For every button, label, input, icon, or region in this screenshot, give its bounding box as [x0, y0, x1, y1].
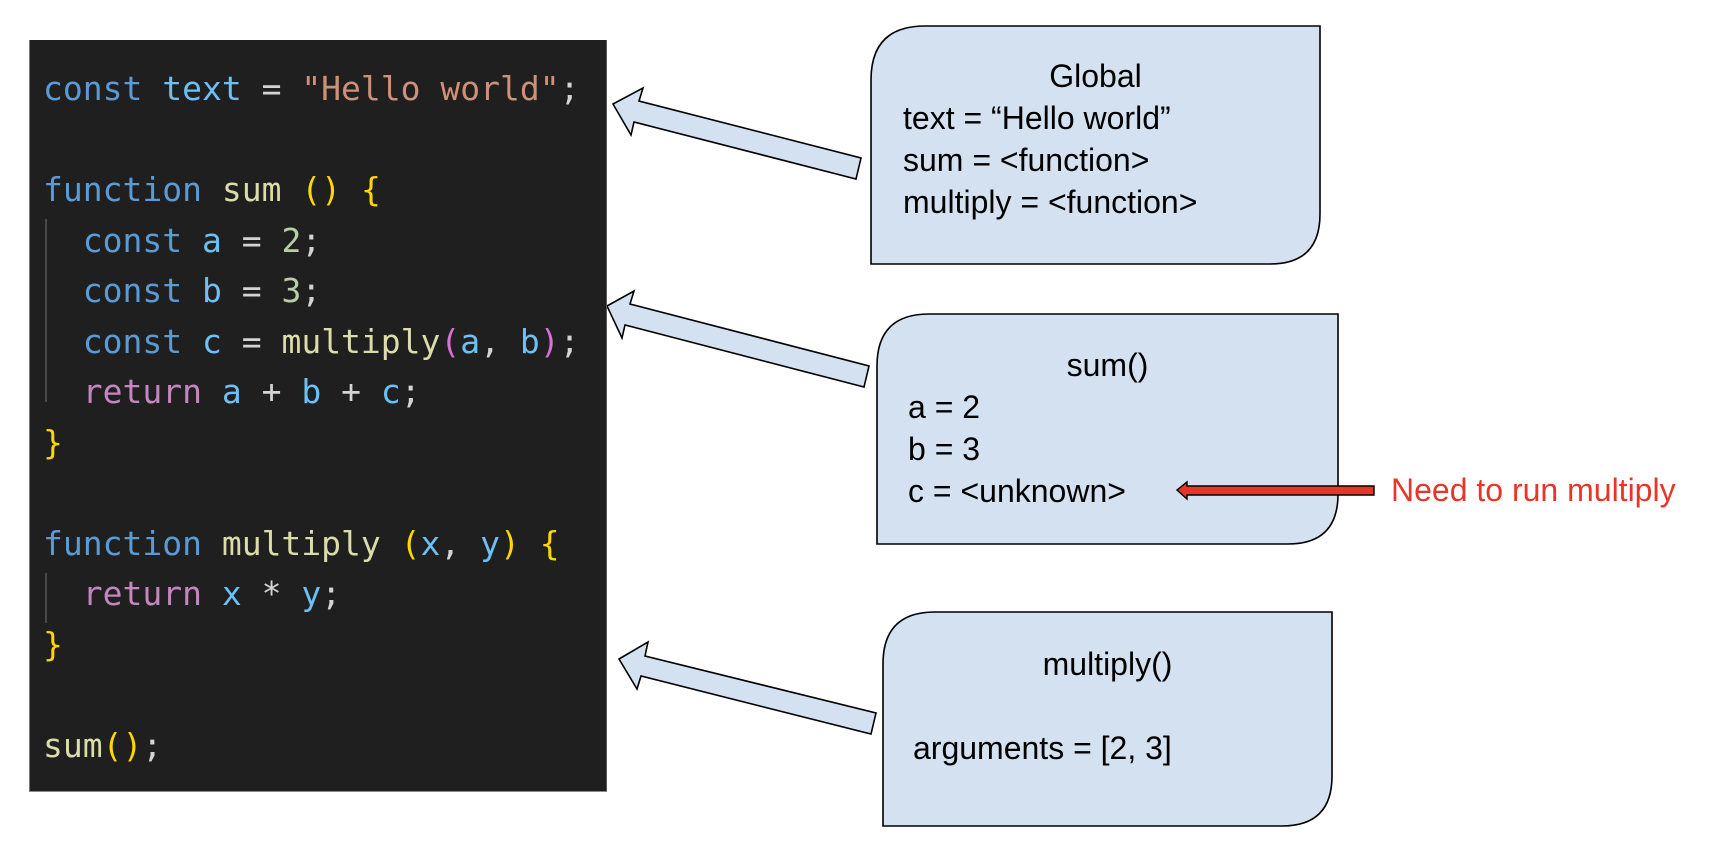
code-token: function	[43, 523, 202, 563]
code-token: ;	[559, 69, 580, 108]
code-token: )	[539, 321, 560, 361]
code-line: const a = 2;	[43, 216, 321, 266]
code-token: return	[82, 574, 202, 613]
global-frame-title: Global	[1049, 58, 1142, 94]
code-token: return	[82, 372, 202, 411]
multiply-frame-title: multiply()	[1042, 646, 1173, 682]
code-token: a	[460, 321, 481, 361]
code-token: b	[519, 321, 540, 361]
sum-frame-var: c = <unknown>	[908, 473, 1126, 509]
code-token: }	[43, 422, 63, 462]
code-token: ;	[400, 372, 421, 411]
code-token: y	[480, 523, 501, 563]
code-token: const	[43, 69, 143, 108]
code-token: )	[500, 523, 520, 563]
code-token: =	[241, 69, 302, 108]
code-token: const	[82, 321, 183, 361]
code-token: =	[221, 271, 282, 310]
code-token: text	[162, 69, 242, 108]
code-token: ;	[559, 321, 580, 361]
code-token: ()	[102, 725, 143, 765]
code-editor-panel: const text = "Hello world"; function sum …	[29, 40, 607, 792]
code-line: }	[43, 418, 63, 468]
code-token: ()	[301, 170, 342, 209]
code-token: ,	[480, 321, 520, 361]
code-token: b	[201, 271, 222, 310]
global-frame-var: multiply = <function>	[903, 184, 1198, 220]
code-token: sum	[43, 725, 103, 765]
code-line: const c = multiply(a, b);	[43, 317, 580, 367]
code-token: c	[201, 321, 222, 361]
code-token: sum	[221, 170, 282, 209]
code-token: a	[221, 372, 242, 411]
global-frame-var: sum = <function>	[903, 142, 1150, 178]
code-token: =	[221, 321, 282, 361]
code-token: (	[440, 321, 461, 361]
code-token: ;	[142, 725, 163, 765]
global-frame-var: text = “Hello world”	[903, 100, 1171, 136]
code-token: c	[380, 372, 401, 411]
annotation-note: Need to run multiply	[1391, 472, 1676, 508]
code-token: =	[221, 220, 282, 260]
code-token: "Hello world"	[301, 69, 560, 108]
code-token: +	[321, 372, 381, 411]
multiply-frame-var: arguments = [2, 3]	[913, 730, 1172, 766]
code-token: multiply	[281, 321, 441, 361]
code-token: x	[420, 523, 441, 563]
code-token: ;	[301, 220, 322, 260]
code-line: const text = "Hello world";	[43, 64, 579, 114]
code-token: 3	[281, 271, 302, 310]
code-token: {	[360, 170, 381, 209]
multiply-scope-arrow-icon	[617, 640, 877, 735]
code-line: return x * y;	[43, 569, 341, 619]
code-token: ;	[301, 271, 322, 310]
code-token: y	[301, 574, 322, 613]
code-line: }	[43, 620, 63, 670]
code-line: function multiply (x, y) {	[43, 519, 560, 569]
code-line: return a + b + c;	[43, 367, 421, 417]
sum-frame-title: sum()	[1066, 347, 1149, 383]
sum-frame-var: a = 2	[908, 389, 981, 425]
code-line: const b = 3;	[43, 266, 321, 316]
global-scope-arrow-icon	[611, 86, 862, 180]
code-line: sum();	[43, 721, 162, 771]
code-token: ;	[321, 574, 342, 613]
code-token: 2	[281, 220, 302, 260]
code-token: a	[201, 220, 222, 260]
code-token: x	[221, 574, 242, 613]
code-token: function	[43, 170, 202, 209]
sum-scope-arrow-icon	[605, 289, 870, 388]
sum-frame-var: b = 3	[908, 431, 981, 467]
code-token: *	[241, 574, 302, 613]
code-token: (	[400, 523, 421, 563]
code-token: ,	[440, 523, 481, 563]
code-token: +	[241, 372, 302, 411]
code-token: }	[43, 624, 63, 664]
code-token: multiply	[221, 523, 381, 563]
code-token: const	[82, 220, 183, 260]
code-token: b	[301, 372, 322, 411]
code-token: {	[539, 523, 560, 563]
code-line: function sum () {	[43, 165, 381, 215]
code-token: const	[82, 271, 183, 310]
